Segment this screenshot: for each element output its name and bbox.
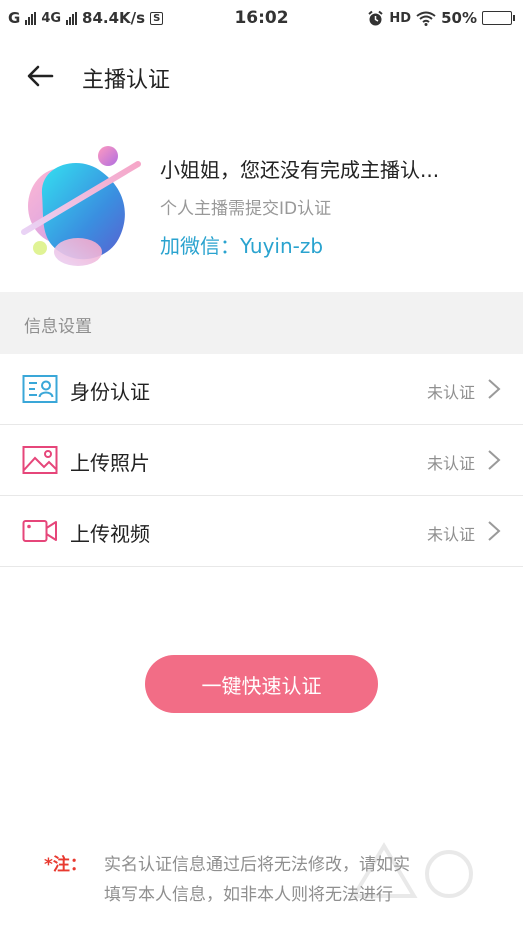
list-item-status: 未认证 [426, 454, 475, 473]
alarm-clock-icon [368, 10, 384, 25]
note-mark: *注： [44, 855, 87, 875]
avatar-illustration [21, 146, 141, 266]
list-item-video[interactable]: 上传视频 未认证 [0, 496, 523, 567]
list-item-label: 上传视频 [70, 522, 150, 546]
wifi-icon [416, 11, 436, 26]
signal-icon-2 [66, 11, 78, 25]
arrow-left-icon[interactable] [26, 64, 54, 88]
status-left: G 4G 84.4K/s S [8, 9, 164, 27]
chevron-right-icon [488, 450, 501, 470]
list-item-photo[interactable]: 上传照片 未认证 [0, 425, 523, 496]
battery-icon [482, 11, 515, 25]
list-item-identity[interactable]: 身份认证 未认证 [0, 354, 523, 425]
carrier-2: 4G [41, 10, 62, 26]
profile-card: 小姐姐，您还没有完成主播认... 个人主播需提交ID认证 加微信：Yuyin-z… [0, 130, 523, 280]
chevron-right-icon [488, 379, 501, 399]
section-title: 信息设置 [24, 317, 92, 337]
list-item-label: 上传照片 [70, 451, 150, 475]
wechat-label: 加微信： [160, 234, 240, 258]
wechat-contact[interactable]: 加微信：Yuyin-zb [160, 230, 323, 259]
page-title: 主播认证 [82, 68, 171, 93]
wechat-id: Yuyin-zb [240, 234, 324, 258]
status-bar: G 4G 84.4K/s S 16:02 HD 50% [0, 0, 523, 36]
carrier-1: G [8, 9, 21, 27]
video-camera-icon [22, 520, 57, 542]
hd-indicator: HD [389, 10, 412, 26]
watermark-logo [350, 842, 473, 898]
battery-percent: 50% [441, 9, 477, 27]
settings-list: 身份认证 未认证 上传照片 未认证 上传视频 未认证 [0, 354, 523, 567]
status-right: HD 50% [367, 9, 515, 27]
app-header: 主播认证 [0, 48, 523, 104]
id-card-icon [22, 375, 58, 403]
profile-subtitle: 个人主播需提交ID认证 [160, 199, 332, 219]
image-icon [22, 446, 58, 474]
profile-title: 小姐姐，您还没有完成主播认... [160, 158, 440, 182]
list-item-label: 身份认证 [70, 380, 150, 404]
speed-badge: S [150, 11, 164, 25]
chevron-right-icon [488, 521, 501, 541]
section-header: 信息设置 [0, 292, 523, 354]
signal-icon [25, 11, 37, 25]
list-item-status: 未认证 [426, 383, 475, 402]
list-item-status: 未认证 [426, 525, 475, 544]
quick-verify-button[interactable]: 一键快速认证 [145, 655, 378, 713]
network-speed: 84.4K/s [82, 9, 146, 27]
